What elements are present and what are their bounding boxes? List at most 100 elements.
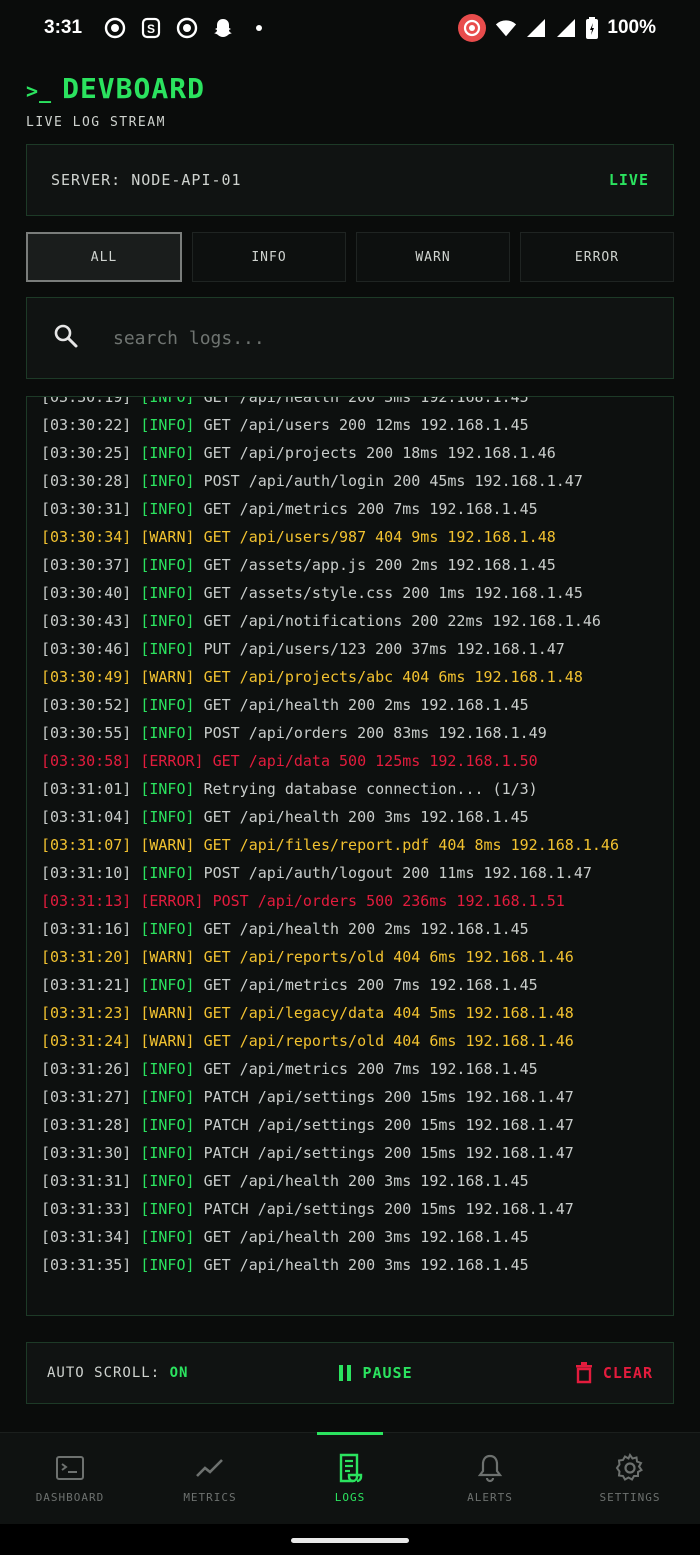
nav-logs-label: LOGS	[334, 1491, 366, 1504]
gear-icon	[615, 1453, 645, 1483]
log-level-badge: [INFO]	[140, 920, 195, 938]
log-level-badge: [INFO]	[140, 1200, 195, 1218]
log-line: [03:31:33] [INFO] PATCH /api/settings 20…	[41, 1195, 663, 1223]
log-message: GET /api/metrics 200 7ms 192.168.1.45	[203, 500, 538, 518]
log-controls: AUTO SCROLL: ON PAUSE CLEAR	[26, 1342, 674, 1404]
status-time: 3:31	[44, 17, 83, 38]
log-timestamp: [03:30:28]	[41, 472, 132, 490]
nav-alerts[interactable]: ALERTS	[420, 1433, 560, 1524]
prompt-icon: >_	[26, 79, 53, 103]
log-level-text: INFO	[149, 976, 186, 994]
log-timestamp: [03:31:07]	[41, 836, 132, 854]
log-timestamp: [03:31:16]	[41, 920, 132, 938]
log-line: [03:31:35] [INFO] GET /api/health 200 3m…	[41, 1251, 663, 1279]
log-level-badge: [INFO]	[140, 416, 195, 434]
log-level-text: INFO	[149, 696, 186, 714]
bottom-navigation: DASHBOARD METRICS LOGS ALERTS SETTINGS	[0, 1432, 700, 1524]
log-level-badge: [INFO]	[140, 1060, 195, 1078]
log-level-text: WARN	[149, 528, 186, 546]
log-message: GET /api/legacy/data 404 5ms 192.168.1.4…	[203, 1004, 574, 1022]
app-title-text: DEVBOARD	[62, 72, 205, 105]
log-timestamp: [03:30:58]	[41, 752, 132, 770]
app-subtitle: LIVE LOG STREAM	[26, 115, 166, 130]
log-line: [03:31:10] [INFO] POST /api/auth/logout …	[41, 859, 663, 887]
log-level-badge: [INFO]	[140, 1256, 195, 1274]
record-icon	[104, 17, 126, 39]
search-input[interactable]	[113, 327, 613, 349]
log-line: [03:31:01] [INFO] Retrying database conn…	[41, 775, 663, 803]
log-line: [03:30:28] [INFO] POST /api/auth/login 2…	[41, 467, 663, 495]
log-message: GET /assets/app.js 200 2ms 192.168.1.45	[203, 556, 556, 574]
log-level-text: WARN	[149, 1004, 186, 1022]
log-line: [03:31:30] [INFO] PATCH /api/settings 20…	[41, 1139, 663, 1167]
log-timestamp: [03:31:27]	[41, 1088, 132, 1106]
nav-metrics-label: METRICS	[183, 1491, 237, 1504]
log-level-text: INFO	[149, 1228, 186, 1246]
log-message: GET /api/files/report.pdf 404 8ms 192.16…	[203, 836, 619, 854]
log-level-badge: [INFO]	[140, 864, 195, 882]
log-level-badge: [ERROR]	[140, 752, 204, 770]
nav-settings[interactable]: SETTINGS	[560, 1433, 700, 1524]
log-level-badge: [INFO]	[140, 556, 195, 574]
log-line: [03:30:55] [INFO] POST /api/orders 200 8…	[41, 719, 663, 747]
svg-text:S: S	[147, 22, 155, 36]
home-handle[interactable]	[291, 1538, 409, 1543]
log-message: GET /api/health 200 3ms 192.168.1.45	[203, 1256, 529, 1274]
log-level-text: INFO	[149, 556, 186, 574]
log-timestamp: [03:30:43]	[41, 612, 132, 630]
log-message: GET /api/projects/abc 404 6ms 192.168.1.…	[203, 668, 583, 686]
log-timestamp: [03:30:49]	[41, 668, 132, 686]
nav-metrics[interactable]: METRICS	[140, 1433, 280, 1524]
log-level-badge: [INFO]	[140, 724, 195, 742]
log-timestamp: [03:30:19]	[41, 396, 132, 406]
log-timestamp: [03:31:13]	[41, 892, 132, 910]
log-timestamp: [03:30:55]	[41, 724, 132, 742]
log-message: GET /api/reports/old 404 6ms 192.168.1.4…	[203, 1032, 574, 1050]
log-message: PATCH /api/settings 200 15ms 192.168.1.4…	[203, 1088, 574, 1106]
filter-all-button[interactable]: ALL	[26, 232, 182, 282]
filter-error-button[interactable]: ERROR	[520, 232, 674, 282]
log-level-badge: [INFO]	[140, 444, 195, 462]
app-header: >_ DEVBOARD LIVE LOG STREAM	[26, 72, 205, 130]
log-line: [03:30:31] [INFO] GET /api/metrics 200 7…	[41, 495, 663, 523]
nav-dashboard[interactable]: DASHBOARD	[0, 1433, 140, 1524]
clear-label: CLEAR	[602, 1364, 653, 1382]
nav-logs[interactable]: LOGS	[280, 1433, 420, 1524]
log-level-badge: [INFO]	[140, 612, 195, 630]
battery-icon	[585, 17, 599, 39]
log-line: [03:31:28] [INFO] PATCH /api/settings 20…	[41, 1111, 663, 1139]
filter-warn-button[interactable]: WARN	[356, 232, 510, 282]
log-message: POST /api/orders 500 236ms 192.168.1.51	[212, 892, 565, 910]
filter-info-button[interactable]: INFO	[192, 232, 346, 282]
log-stream[interactable]: [03:30:19] [INFO] GET /api/health 200 3m…	[26, 396, 674, 1316]
log-timestamp: [03:31:04]	[41, 808, 132, 826]
log-line: [03:30:19] [INFO] GET /api/health 200 3m…	[41, 396, 663, 411]
clear-button[interactable]: CLEAR	[575, 1362, 653, 1384]
log-lines: [03:30:19] [INFO] GET /api/health 200 3m…	[41, 396, 663, 1279]
log-timestamp: [03:31:21]	[41, 976, 132, 994]
log-timestamp: [03:30:37]	[41, 556, 132, 574]
log-line: [03:30:52] [INFO] GET /api/health 200 2m…	[41, 691, 663, 719]
log-level-text: WARN	[149, 948, 186, 966]
battery-percent: 100%	[607, 17, 656, 38]
pause-button[interactable]: PAUSE	[338, 1364, 412, 1382]
notification-icons: S	[104, 17, 270, 39]
log-timestamp: [03:30:25]	[41, 444, 132, 462]
log-timestamp: [03:31:33]	[41, 1200, 132, 1218]
log-line: [03:31:07] [WARN] GET /api/files/report.…	[41, 831, 663, 859]
log-level-text: INFO	[149, 1116, 186, 1134]
log-level-badge: [WARN]	[140, 836, 195, 854]
log-level-text: INFO	[149, 1200, 186, 1218]
log-level-badge: [INFO]	[140, 1144, 195, 1162]
log-level-text: INFO	[149, 640, 186, 658]
nav-alerts-label: ALERTS	[467, 1491, 513, 1504]
log-level-text: INFO	[149, 584, 186, 602]
log-level-badge: [INFO]	[140, 1116, 195, 1134]
log-line: [03:31:21] [INFO] GET /api/metrics 200 7…	[41, 971, 663, 999]
log-level-text: INFO	[149, 612, 186, 630]
log-timestamp: [03:30:31]	[41, 500, 132, 518]
autoscroll-toggle[interactable]: AUTO SCROLL: ON	[47, 1365, 188, 1381]
log-level-text: INFO	[149, 808, 186, 826]
nav-settings-label: SETTINGS	[599, 1491, 661, 1504]
log-level-filters: ALL INFO WARN ERROR	[26, 232, 674, 282]
